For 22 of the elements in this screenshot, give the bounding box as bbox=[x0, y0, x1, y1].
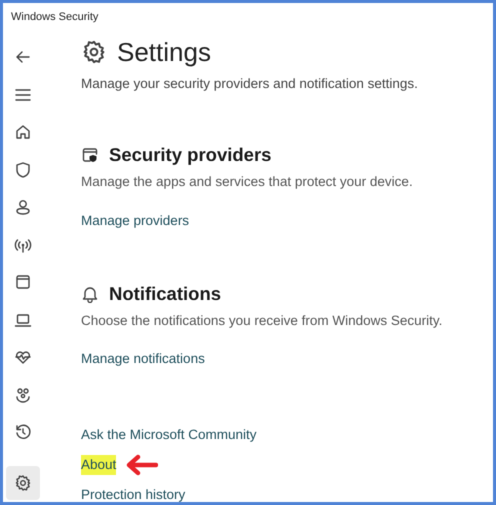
person-icon bbox=[14, 198, 32, 216]
browser-window-icon bbox=[14, 273, 32, 291]
link[interactable]: Manage providers bbox=[81, 210, 190, 231]
family-icon bbox=[14, 386, 32, 404]
bell-icon bbox=[81, 284, 99, 303]
shield-icon bbox=[14, 160, 32, 178]
section-title: Security providers bbox=[109, 143, 272, 168]
section-title: Notifications bbox=[109, 282, 222, 306]
link[interactable]: Manage notifications bbox=[81, 349, 205, 370]
window-title: Windows Security bbox=[11, 10, 98, 26]
section-description: Choose the notifications you receive from Windows Security. bbox=[81, 312, 444, 330]
page-title: Settings bbox=[117, 36, 211, 69]
nav-button[interactable] bbox=[6, 466, 40, 500]
settings-icon bbox=[14, 474, 32, 492]
settings-icon bbox=[81, 39, 107, 65]
window-shield-icon bbox=[81, 146, 99, 164]
section-description: Manage the apps and services that protect your device. bbox=[81, 173, 414, 192]
home-icon bbox=[14, 123, 32, 141]
history-icon bbox=[14, 423, 32, 441]
link[interactable]: Protection history bbox=[81, 485, 186, 502]
page-description: Manage your security providers and notification settings. bbox=[81, 75, 419, 93]
link[interactable]: Ask the Microsoft Community bbox=[81, 425, 257, 446]
